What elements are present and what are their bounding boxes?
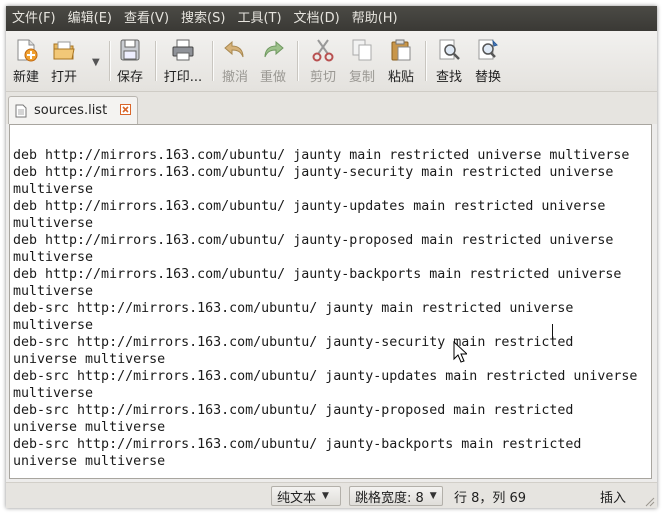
copy-button[interactable]: 复制	[347, 35, 377, 87]
mouse-pointer-icon	[453, 341, 467, 363]
editor-line: deb http://mirrors.163.com/ubuntu/ jaunt…	[13, 165, 614, 180]
paste-button[interactable]: 粘贴	[386, 35, 416, 87]
open-button[interactable]: 打开	[48, 35, 80, 87]
insert-mode: 插入	[600, 490, 627, 506]
text-cursor	[552, 324, 553, 339]
toolbar-separator	[425, 41, 427, 81]
chevron-down-icon: ▼	[322, 491, 329, 501]
menu-tools[interactable]: 工具(T)	[231, 6, 287, 31]
save-icon	[120, 39, 140, 61]
editor-line: deb http://mirrors.163.com/ubuntu/ jaunt…	[13, 233, 614, 248]
copy-label: 复制	[348, 70, 375, 85]
menu-file[interactable]: 文件(F)	[6, 6, 62, 31]
print-label: 打印...	[163, 70, 203, 85]
toolbar-separator	[155, 41, 157, 81]
menubar: 文件(F) 编辑(E) 查看(V) 搜索(S) 工具(T) 文档(D) 帮助(H…	[6, 6, 657, 31]
paste-clipboard-icon	[391, 39, 411, 61]
editor-line: universe multiverse	[13, 352, 166, 367]
toolbar: 新建 打开 ▼ 保存 打印... 撤消 重做 剪切 复制 粘贴 查找 替换	[6, 31, 657, 92]
redo-label: 重做	[259, 70, 286, 85]
new-button[interactable]: 新建	[10, 35, 42, 87]
editor-line: deb-src http://mirrors.163.com/ubuntu/ j…	[13, 403, 574, 418]
cursor-position: 行 8，列 69	[454, 490, 527, 506]
save-button[interactable]: 保存	[114, 35, 146, 87]
replace-label: 替换	[474, 70, 501, 85]
find-replace-icon	[478, 39, 498, 60]
toolbar-separator	[212, 41, 214, 81]
editor-line: deb-src http://mirrors.163.com/ubuntu/ j…	[13, 301, 574, 316]
tab-width-label: 跳格宽度: 8	[355, 490, 424, 506]
statusbar: 纯文本 ▼ 跳格宽度: 8 ▼ 行 8，列 69 插入	[6, 482, 657, 508]
open-label: 打开	[50, 70, 77, 85]
replace-button[interactable]: 替换	[473, 35, 503, 87]
copy-icon	[352, 39, 372, 61]
open-folder-icon	[53, 41, 75, 60]
chevron-down-icon: ▼	[429, 491, 437, 501]
menu-view[interactable]: 查看(V)	[118, 6, 175, 31]
close-tab-icon[interactable]	[120, 104, 131, 115]
cut-button[interactable]: 剪切	[308, 35, 338, 87]
menu-edit[interactable]: 编辑(E)	[62, 6, 118, 31]
editor-line: deb http://mirrors.163.com/ubuntu/ jaunt…	[13, 148, 630, 163]
editor-line: deb-src http://mirrors.163.com/ubuntu/ j…	[13, 369, 638, 384]
undo-label: 撤消	[221, 70, 248, 85]
redo-button[interactable]: 重做	[258, 35, 288, 87]
editor-line: deb-src http://mirrors.163.com/ubuntu/ j…	[13, 335, 574, 350]
find-label: 查找	[435, 70, 462, 85]
editor-line: deb-src http://mirrors.163.com/ubuntu/ j…	[13, 437, 582, 452]
new-document-icon	[17, 39, 38, 62]
undo-icon	[224, 40, 244, 58]
print-button[interactable]: 打印...	[161, 35, 205, 87]
gedit-window: 文件(F) 编辑(E) 查看(V) 搜索(S) 工具(T) 文档(D) 帮助(H…	[6, 6, 657, 508]
open-recent-dropdown[interactable]: ▼	[92, 57, 100, 68]
toolbar-separator	[109, 41, 111, 81]
tab-bar: sources.list	[6, 92, 657, 124]
tab-label: sources.list	[34, 103, 108, 118]
find-button[interactable]: 查找	[434, 35, 464, 87]
editor-line: multiverse	[13, 284, 94, 299]
tab-sources-list[interactable]: sources.list	[8, 96, 138, 124]
text-document-icon	[15, 104, 27, 117]
scissors-icon	[312, 39, 334, 62]
menu-documents[interactable]: 文档(D)	[288, 6, 346, 31]
menu-help[interactable]: 帮助(H)	[346, 6, 404, 31]
editor-line: universe multiverse	[13, 420, 166, 435]
new-label: 新建	[12, 70, 39, 85]
undo-button[interactable]: 撤消	[220, 35, 250, 87]
editor-line: deb http://mirrors.163.com/ubuntu/ jaunt…	[13, 267, 622, 282]
resize-grip-icon[interactable]	[643, 495, 655, 507]
editor-line: deb http://mirrors.163.com/ubuntu/ jaunt…	[13, 199, 606, 214]
editor-line: multiverse	[13, 216, 94, 231]
editor-line: universe multiverse	[13, 454, 166, 469]
save-label: 保存	[116, 70, 143, 85]
printer-icon	[172, 39, 194, 61]
editor-line: multiverse	[13, 250, 94, 265]
text-editor-area[interactable]: deb http://mirrors.163.com/ubuntu/ jaunt…	[9, 124, 652, 479]
paste-label: 粘贴	[387, 70, 414, 85]
language-label: 纯文本	[277, 490, 317, 506]
menu-search[interactable]: 搜索(S)	[175, 6, 231, 31]
editor-line: multiverse	[13, 318, 94, 333]
tab-width-selector[interactable]: 跳格宽度: 8 ▼	[349, 486, 443, 506]
find-magnifier-icon	[439, 39, 460, 60]
redo-icon	[264, 40, 284, 58]
editor-line: multiverse	[13, 386, 94, 401]
toolbar-separator	[297, 41, 299, 81]
language-selector[interactable]: 纯文本 ▼	[271, 486, 341, 506]
editor-line: multiverse	[13, 182, 94, 197]
cut-label: 剪切	[309, 70, 336, 85]
